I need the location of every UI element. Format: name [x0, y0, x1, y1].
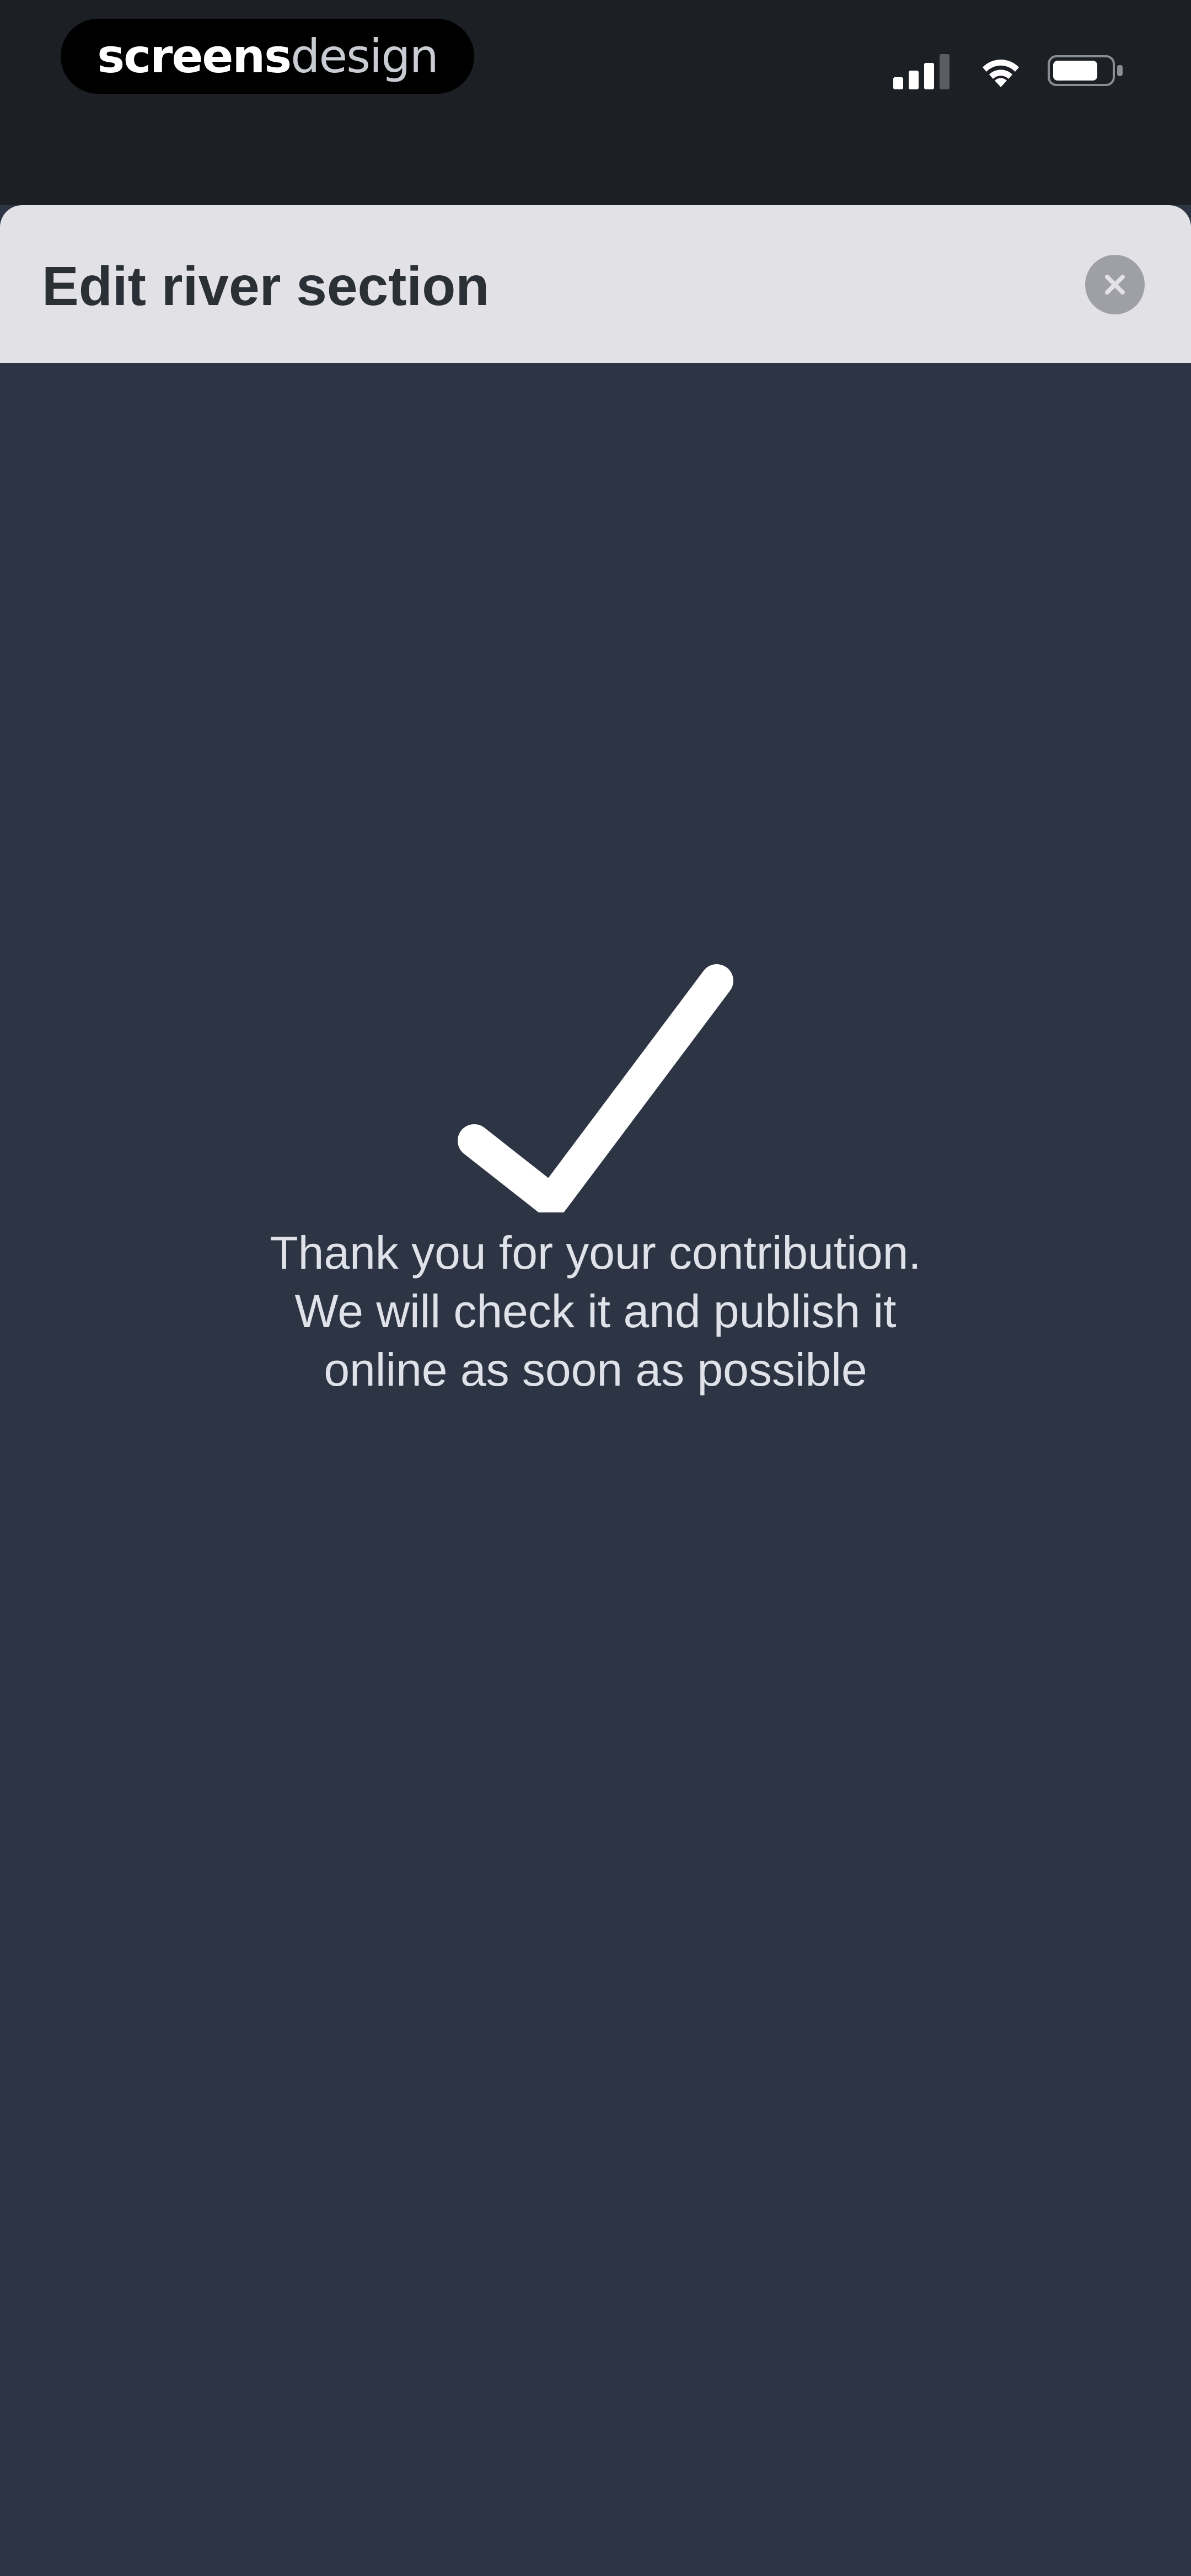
- brand-badge: screensdesign: [61, 19, 474, 94]
- message-line-2: We will check it and publish it: [294, 1285, 897, 1337]
- battery-icon: [1048, 55, 1123, 86]
- message-line-3: online as soon as possible: [324, 1344, 867, 1396]
- sheet-header: Edit river section: [0, 205, 1191, 363]
- message-line-1: Thank you for your contribution.: [270, 1227, 921, 1279]
- confirmation-message: Thank you for your contribution. We will…: [0, 1223, 1191, 1399]
- status-bar: screensdesign: [0, 0, 1191, 205]
- brand-logo-text: screensdesign: [97, 33, 439, 79]
- checkmark-icon: [458, 964, 733, 1212]
- wifi-icon: [983, 60, 1019, 87]
- status-icons: [893, 51, 1125, 89]
- close-icon: [1105, 275, 1125, 295]
- confirmation-screen: Thank you for your contribution. We will…: [0, 363, 1191, 2576]
- brand-text-bold: screens: [97, 29, 292, 83]
- close-button[interactable]: [1085, 255, 1145, 314]
- brand-text-light: design: [291, 29, 439, 83]
- signal-icon: [893, 54, 949, 89]
- page-title: Edit river section: [42, 255, 490, 317]
